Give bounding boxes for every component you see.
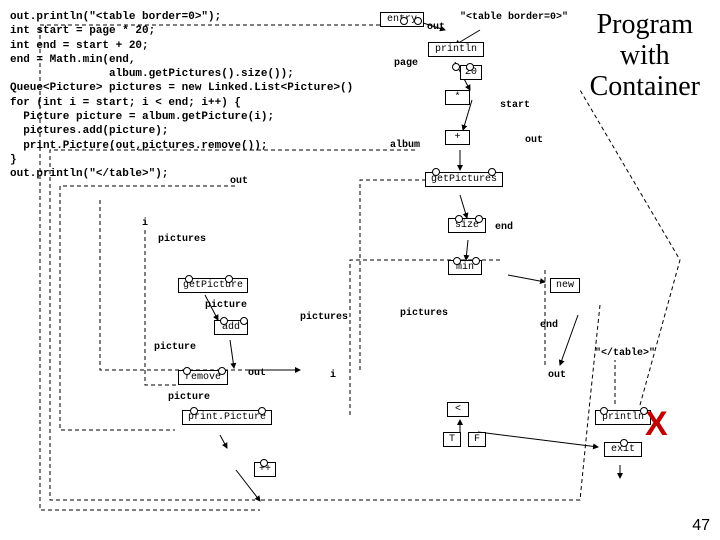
node-multiply: * [445, 90, 470, 105]
port [400, 17, 408, 25]
label-i-2: i [330, 370, 336, 381]
label-end: end [495, 222, 513, 233]
port [240, 317, 248, 325]
port [258, 407, 266, 415]
label-out-5: out [548, 370, 566, 381]
node-literal-table-close: "</table>" [595, 348, 655, 359]
label-out: out [427, 22, 445, 33]
label-pictures-1: pictures [158, 234, 206, 245]
node-branch-true: T [443, 432, 461, 447]
label-picture-2: picture [154, 342, 196, 353]
label-album: album [390, 140, 420, 151]
node-println-1: println [428, 42, 484, 57]
port [260, 459, 268, 467]
port [452, 63, 460, 71]
label-page: page [394, 58, 418, 69]
port [225, 275, 233, 283]
port [190, 407, 198, 415]
port [620, 439, 628, 447]
label-pictures-2: pictures [400, 308, 448, 319]
diagram-edges [0, 0, 720, 540]
port [183, 367, 191, 375]
node-new: new [550, 278, 580, 293]
node-plus: + [445, 130, 470, 145]
label-end-2: end [540, 320, 558, 331]
port [185, 275, 193, 283]
label-start: start [500, 100, 530, 111]
node-literal-table-open: "<table border=0>" [460, 12, 568, 23]
port [414, 17, 422, 25]
label-out-2: out [525, 135, 543, 146]
port [455, 215, 463, 223]
label-out-3: out [230, 176, 248, 187]
port [472, 257, 480, 265]
port [453, 257, 461, 265]
label-out-4: out [248, 368, 266, 379]
port [466, 63, 474, 71]
label-picture-1: picture [205, 300, 247, 311]
port [475, 215, 483, 223]
error-marker: X [645, 405, 668, 444]
port [600, 407, 608, 415]
label-pictures-3: pictures [300, 312, 348, 323]
node-less-than: < [447, 402, 469, 417]
port [220, 317, 228, 325]
port [218, 367, 226, 375]
node-branch-false: F [468, 432, 486, 447]
label-picture-3: picture [168, 392, 210, 403]
label-i: i [142, 218, 148, 229]
port [432, 168, 440, 176]
dataflow-diagram: entry out "<table border=0>" println pag… [0, 0, 720, 540]
port [488, 168, 496, 176]
port [640, 407, 648, 415]
